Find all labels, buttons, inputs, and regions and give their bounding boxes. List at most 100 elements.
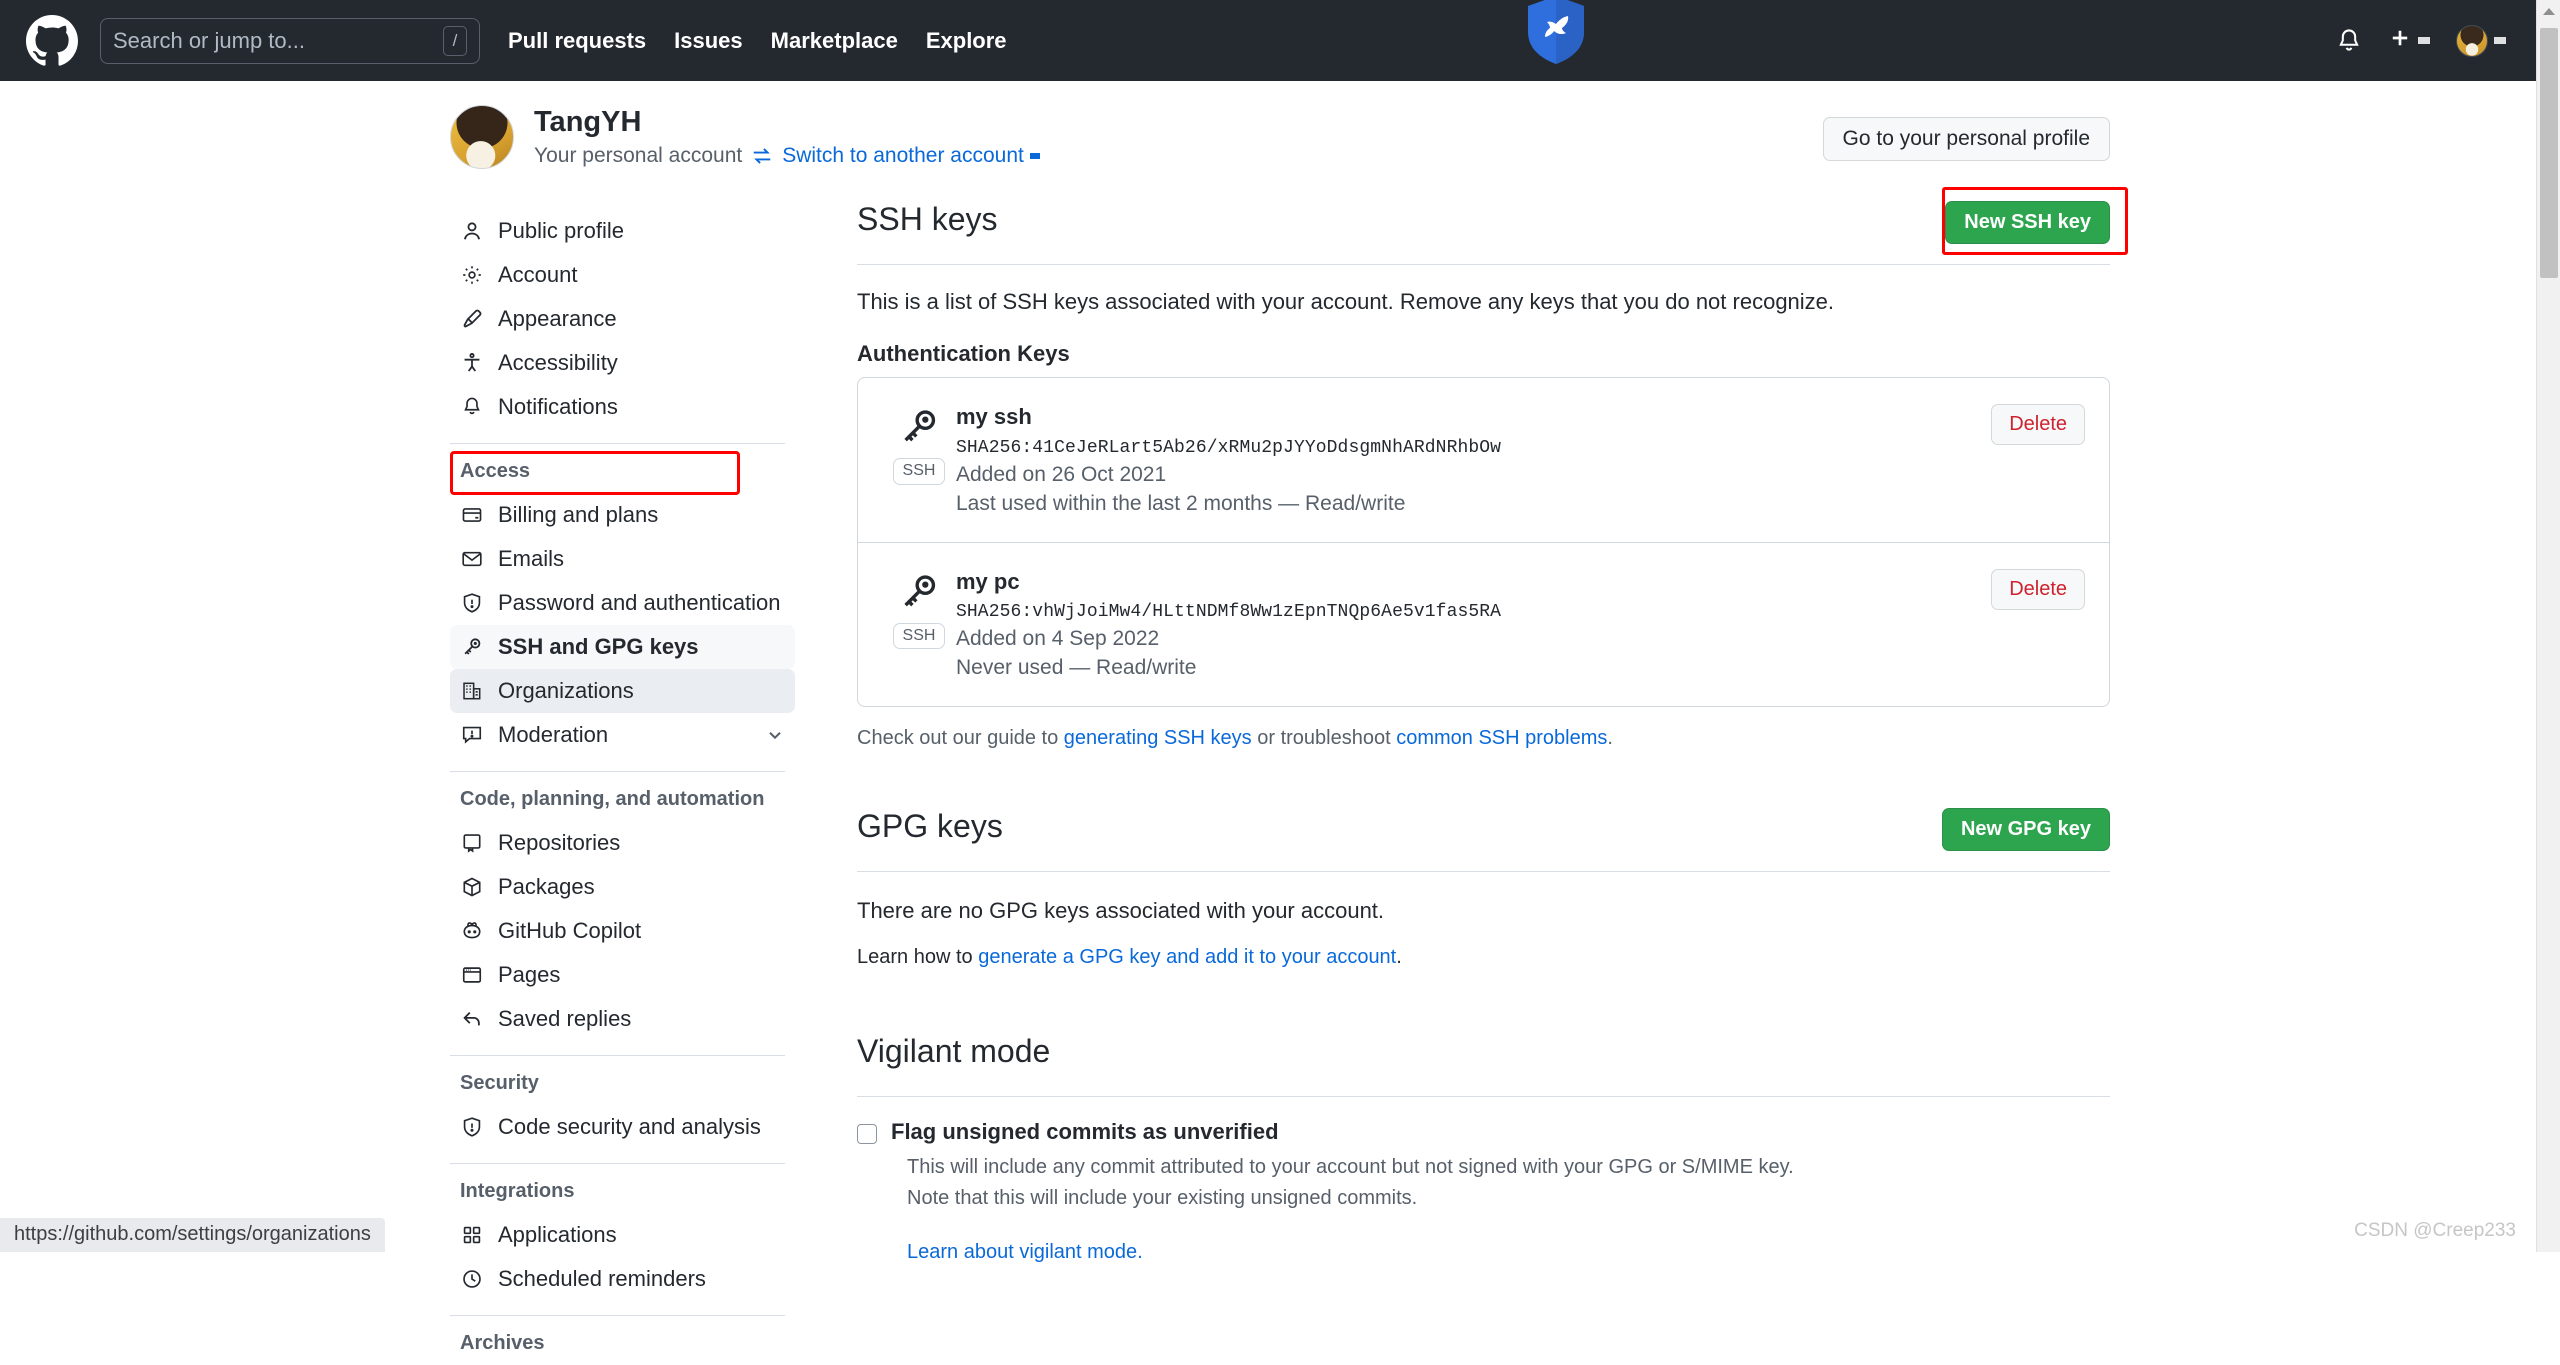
package-icon xyxy=(460,876,484,898)
repo-icon xyxy=(460,832,484,854)
flag-unsigned-commits-label: Flag unsigned commits as unverified xyxy=(891,1119,1279,1145)
switch-account-label: Switch to another account xyxy=(782,143,1024,167)
ssh-key-added-date: Added on 26 Oct 2021 xyxy=(956,462,1167,486)
search-input[interactable]: Search or jump to... / xyxy=(100,17,480,64)
guide-suffix: . xyxy=(1607,727,1613,750)
key-type-badge: SSH xyxy=(892,622,946,650)
learn-prefix: Learn how to xyxy=(857,946,979,969)
ssh-guide-note: Check out our guide to generating SSH ke… xyxy=(857,727,2110,750)
ssh-keys-title: SSH keys xyxy=(857,201,998,237)
sidebar-item-code-security-and-analysis[interactable]: Code security and analysis xyxy=(450,1105,795,1149)
sidebar-item-repositories[interactable]: Repositories xyxy=(450,821,795,865)
generating-ssh-keys-link[interactable]: generating SSH keys xyxy=(1064,727,1252,749)
sidebar-item-label: Billing and plans xyxy=(498,502,659,527)
swap-icon xyxy=(751,145,773,167)
guide-middle: or troubleshoot xyxy=(1251,727,1397,750)
generate-gpg-key-link[interactable]: generate a GPG key and add it to your ac… xyxy=(978,946,1396,968)
scrollbar-thumb[interactable] xyxy=(2540,28,2558,278)
bell-icon[interactable] xyxy=(2336,28,2362,54)
nav-issues[interactable]: Issues xyxy=(674,28,743,54)
delete-ssh-key-button[interactable]: Delete xyxy=(1991,404,2085,445)
key-icon xyxy=(898,406,940,454)
chevron-down-icon xyxy=(1029,152,1040,159)
person-icon xyxy=(460,220,484,242)
ssh-key-fingerprint: SHA256:vhWjJoiMw4/HLttNDMf8Ww1zEpnTNQp6A… xyxy=(956,602,1502,623)
guide-prefix: Check out our guide to xyxy=(857,727,1064,750)
sidebar-item-label: Scheduled reminders xyxy=(498,1266,706,1291)
sidebar-item-label: SSH and GPG keys xyxy=(498,634,699,659)
nav-pull-requests[interactable]: Pull requests xyxy=(508,28,646,54)
sidebar-item-emails[interactable]: Emails xyxy=(450,537,795,581)
nav-marketplace[interactable]: Marketplace xyxy=(771,28,898,54)
account-menu[interactable] xyxy=(2456,24,2506,57)
sidebar-item-password-and-authentication[interactable]: Password and authentication xyxy=(450,581,795,625)
bell-icon xyxy=(460,396,484,418)
vigilant-note-line-2: Note that this will include your existin… xyxy=(907,1187,1418,1210)
page-body: TangYH Your personal account Switch to a… xyxy=(0,81,2560,1365)
sidebar-item-github-copilot[interactable]: GitHub Copilot xyxy=(450,909,795,953)
gpg-keys-section: GPG keys New GPG key There are no GPG ke… xyxy=(857,808,2110,969)
new-gpg-key-button[interactable]: New GPG key xyxy=(1941,808,2110,852)
browser-status-bar-url: https://github.com/settings/organization… xyxy=(0,1218,385,1252)
avatar xyxy=(450,105,514,169)
sidebar-item-organizations[interactable]: Organizations xyxy=(450,669,795,713)
learn-about-vigilant-mode-link[interactable]: Learn about vigilant mode. xyxy=(907,1241,1143,1263)
sidebar-item-appearance[interactable]: Appearance xyxy=(450,297,795,341)
sidebar-item-pages[interactable]: Pages xyxy=(450,953,795,997)
sidebar-section-title: Security xyxy=(460,1072,539,1094)
sidebar-item-billing-and-plans[interactable]: Billing and plans xyxy=(450,493,795,537)
sidebar-item-packages[interactable]: Packages xyxy=(450,865,795,909)
ssh-key-row: SSH my pc SHA256:vhWjJoiMw4/HLttNDMf8Ww1… xyxy=(858,541,2109,707)
flag-unsigned-commits-checkbox[interactable] xyxy=(857,1124,877,1145)
sidebar-item-saved-replies[interactable]: Saved replies xyxy=(450,997,795,1041)
paintbrush-icon xyxy=(460,308,484,330)
settings-content: SSH keys New SSH key This is a list of S… xyxy=(795,187,2128,1264)
common-ssh-problems-link[interactable]: common SSH problems xyxy=(1396,727,1607,749)
page-scrollbar[interactable] xyxy=(2536,0,2560,1252)
go-to-personal-profile-button[interactable]: Go to your personal profile xyxy=(1822,117,2110,161)
ssh-keys-header: SSH keys New SSH key xyxy=(857,187,2128,265)
sidebar-item-label: Saved replies xyxy=(498,1006,632,1031)
divider xyxy=(450,771,785,772)
sidebar-section-title: Access xyxy=(460,460,531,482)
key-type-badge: SSH xyxy=(892,458,946,485)
sidebar-item-label: Notifications xyxy=(498,394,618,419)
triangle-up-icon[interactable] xyxy=(2543,8,2555,15)
delete-ssh-key-button[interactable]: Delete xyxy=(1991,568,2085,610)
report-icon xyxy=(460,724,484,746)
page-title: TangYH xyxy=(534,106,642,139)
sidebar-item-public-profile[interactable]: Public profile xyxy=(450,209,795,253)
header-right-actions xyxy=(2336,24,2534,57)
sidebar-item-notifications[interactable]: Notifications xyxy=(450,385,795,429)
sidebar-item-label: Appearance xyxy=(498,306,617,331)
sidebar-section-title: Integrations xyxy=(460,1180,575,1202)
account-identity: TangYH Your personal account Switch to a… xyxy=(534,106,1040,167)
vigilant-mode-section: Vigilant mode Flag unsigned commits as u… xyxy=(857,1033,2110,1264)
divider xyxy=(450,1163,785,1164)
avatar xyxy=(2456,24,2488,57)
sidebar-item-account[interactable]: Account xyxy=(450,253,795,297)
switch-account-link[interactable]: Switch to another account xyxy=(782,144,1040,168)
github-mark-icon[interactable] xyxy=(26,14,78,67)
search-placeholder: Search or jump to... xyxy=(113,27,305,53)
sidebar-item-accessibility[interactable]: Accessibility xyxy=(450,341,795,385)
create-new-menu[interactable] xyxy=(2388,26,2430,56)
plus-icon xyxy=(2388,26,2412,56)
apps-grid-icon xyxy=(460,1224,484,1246)
ssh-key-details: my pc SHA256:vhWjJoiMw4/HLttNDMf8Ww1zEpn… xyxy=(956,567,1991,681)
account-subtitle-row: Your personal account Switch to another … xyxy=(534,144,1040,168)
account-header: TangYH Your personal account Switch to a… xyxy=(450,81,2110,187)
sidebar-item-moderation[interactable]: Moderation xyxy=(450,713,795,757)
chevron-down-icon[interactable] xyxy=(765,725,785,745)
settings-container: TangYH Your personal account Switch to a… xyxy=(450,81,2128,1365)
new-ssh-key-button[interactable]: New SSH key xyxy=(1945,201,2110,244)
gpg-keys-title: GPG keys xyxy=(857,808,1003,845)
nav-explore[interactable]: Explore xyxy=(926,28,1007,54)
sidebar-item-scheduled-reminders[interactable]: Scheduled reminders xyxy=(450,1257,795,1301)
ssh-key-last-used: Last used within the last 2 months — Rea… xyxy=(956,491,1406,515)
account-type-label: Your personal account xyxy=(534,143,743,167)
settings-layout: Public profile Account Appearance Access… xyxy=(450,187,2128,1365)
sidebar-item-applications[interactable]: Applications xyxy=(450,1213,795,1257)
sidebar-item-ssh-and-gpg-keys[interactable]: SSH and GPG keys xyxy=(450,625,795,669)
sidebar-item-label: Organizations xyxy=(498,678,634,703)
